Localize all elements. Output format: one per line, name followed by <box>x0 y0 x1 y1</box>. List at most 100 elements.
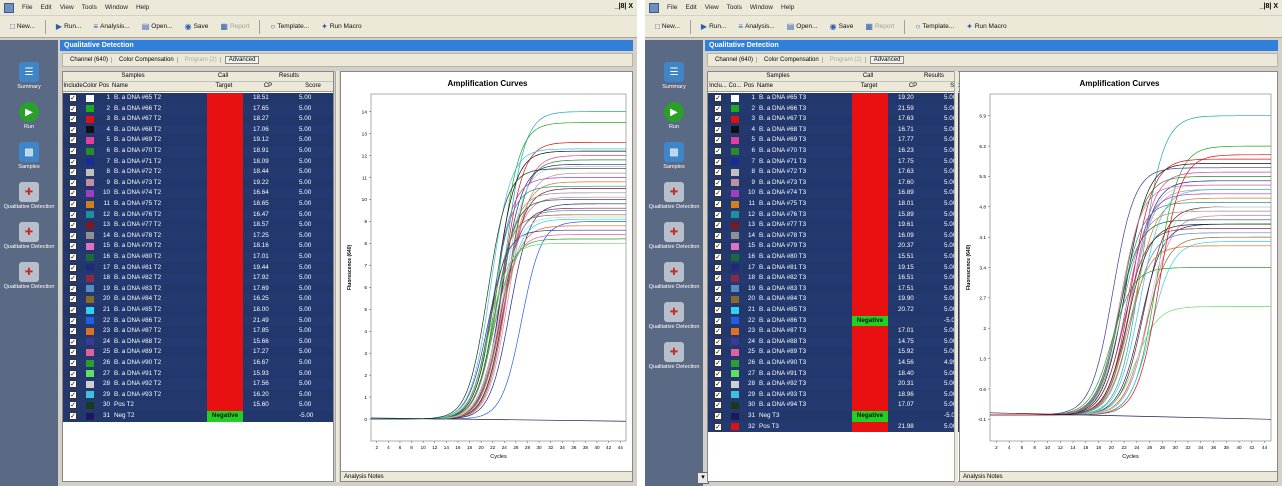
include-checkbox[interactable]: ✓ <box>714 274 722 283</box>
color-swatch[interactable] <box>86 359 94 367</box>
analysis-button[interactable]: ≡ Analysis... <box>89 20 133 33</box>
table-row[interactable]: ✓ 2 B. a DNA #66 T2 Positive 17.65 5.00 <box>63 103 333 115</box>
color-swatch[interactable] <box>731 306 739 314</box>
include-checkbox[interactable]: ✓ <box>714 242 722 251</box>
color-swatch[interactable] <box>86 147 94 155</box>
table-row[interactable]: ✓ 7 B. a DNA #71 T3 Positive 17.75 5.00 <box>708 156 978 168</box>
include-checkbox[interactable]: ✓ <box>714 210 722 219</box>
table-row[interactable]: ✓ 19 B. a DNA #83 T3 Positive 17.51 5.00 <box>708 283 978 295</box>
color-swatch[interactable] <box>731 189 739 197</box>
table-row[interactable]: ✓ 4 B. a DNA #68 T3 Positive 16.71 5.00 <box>708 124 978 136</box>
sidebar-item-qualitative-detection[interactable]: ✚ Qualitative Detection <box>645 302 703 330</box>
color-swatch[interactable] <box>86 168 94 176</box>
color-swatch[interactable] <box>86 200 94 208</box>
color-swatch[interactable] <box>731 274 739 282</box>
table-row[interactable]: ✓ 5 B. a DNA #69 T3 Positive 17.77 5.00 <box>708 135 978 146</box>
table-row[interactable]: ✓ 1 B. a DNA #65 T2 Positive 18.51 5.00 <box>63 93 333 104</box>
color-swatch[interactable] <box>86 317 94 325</box>
menu-item-edit[interactable]: Edit <box>685 4 696 11</box>
include-checkbox[interactable]: ✓ <box>69 210 77 219</box>
color-swatch[interactable] <box>86 189 94 197</box>
color-swatch[interactable] <box>731 232 739 240</box>
color-swatch[interactable] <box>86 253 94 261</box>
color-swatch[interactable] <box>86 211 94 219</box>
include-checkbox[interactable]: ✓ <box>714 253 722 261</box>
color-swatch[interactable] <box>731 105 739 113</box>
include-checkbox[interactable]: ✓ <box>69 412 77 420</box>
column-name[interactable]: Name <box>112 83 202 89</box>
table-row[interactable]: ✓ 6 B. a DNA #70 T2 Positive 18.91 5.00 <box>63 146 333 157</box>
new-button[interactable]: □ New... <box>6 20 39 33</box>
analysis-notes-bar[interactable]: Analysis Notes <box>960 471 1277 481</box>
table-row[interactable]: ✓ 18 B. a DNA #82 T3 Positive 16.51 5.00 <box>708 273 978 284</box>
table-row[interactable]: ✓ 23 B. a DNA #87 T3 Positive 17.01 5.00 <box>708 326 978 337</box>
color-swatch[interactable] <box>86 412 94 420</box>
include-checkbox[interactable]: ✓ <box>69 94 77 102</box>
include-checkbox[interactable]: ✓ <box>714 295 722 304</box>
include-checkbox[interactable]: ✓ <box>714 359 722 367</box>
color-swatch[interactable] <box>731 253 739 261</box>
table-row[interactable]: ✓ 8 B. a DNA #72 T3 Positive 17.63 5.00 <box>708 167 978 178</box>
menu-item-view[interactable]: View <box>705 4 719 11</box>
include-checkbox[interactable]: ✓ <box>714 401 722 410</box>
table-row[interactable]: ✓ 27 B. a DNA #91 T2 Positive 15.93 5.00 <box>63 368 333 380</box>
table-row[interactable]: ✓ 24 B. a DNA #88 T2 Positive 15.66 5.00 <box>63 336 333 348</box>
include-checkbox[interactable]: ✓ <box>69 168 77 177</box>
color-swatch[interactable] <box>731 179 739 187</box>
include-checkbox[interactable]: ✓ <box>714 125 722 134</box>
include-checkbox[interactable]: ✓ <box>714 104 722 113</box>
color-swatch[interactable] <box>731 348 739 356</box>
sidebar-item-qualitative-detection[interactable]: ✚ Qualitative Detection <box>645 222 703 250</box>
color-swatch[interactable] <box>86 158 94 166</box>
sidebar-item-run[interactable]: ▶ Run <box>0 102 58 130</box>
include-checkbox[interactable]: ✓ <box>714 200 722 208</box>
include-checkbox[interactable]: ✓ <box>714 263 722 272</box>
table-row[interactable]: ✓ 24 B. a DNA #88 T3 Positive 14.75 5.00 <box>708 336 978 348</box>
include-checkbox[interactable]: ✓ <box>69 263 77 272</box>
advanced-tab[interactable]: Advanced <box>224 56 260 64</box>
color-swatch[interactable] <box>86 380 94 388</box>
color-swatch[interactable] <box>86 338 94 346</box>
panel-splitter[interactable] <box>954 71 958 482</box>
color-swatch[interactable] <box>731 338 739 346</box>
include-checkbox[interactable]: ✓ <box>69 348 77 357</box>
table-row[interactable]: ✓ 20 B. a DNA #84 T3 Positive 19.90 5.00 <box>708 294 978 305</box>
color-swatch[interactable] <box>86 348 94 356</box>
table-row[interactable]: ✓ 31 Neg T2 Negative -5.00 <box>63 411 333 422</box>
run-macro-button[interactable]: ✦ Run Macro <box>962 20 1011 33</box>
table-row[interactable]: ✓ 9 B. a DNA #73 T2 Positive 19.22 5.00 <box>63 177 333 189</box>
table-row[interactable]: ✓ 20 B. a DNA #84 T2 Positive 16.25 5.00 <box>63 294 333 305</box>
color-swatch[interactable] <box>86 242 94 250</box>
include-checkbox[interactable]: ✓ <box>69 147 77 155</box>
save-button[interactable]: ◉ Save <box>826 20 858 33</box>
column-color[interactable]: Co... <box>727 83 743 89</box>
include-checkbox[interactable]: ✓ <box>714 147 722 155</box>
sidebar-item-run[interactable]: ▶ Run <box>645 102 703 130</box>
color-swatch[interactable] <box>86 105 94 113</box>
table-row[interactable]: ✓ 12 B. a DNA #76 T3 Positive 15.89 5.00 <box>708 209 978 221</box>
table-row[interactable]: ✓ 7 B. a DNA #71 T2 Positive 18.09 5.00 <box>63 156 333 168</box>
color-swatch[interactable] <box>731 285 739 293</box>
menu-item-tools[interactable]: Tools <box>82 4 97 11</box>
color-swatch[interactable] <box>731 221 739 229</box>
table-row[interactable]: ✓ 11 B. a DNA #75 T3 Positive 18.01 5.00 <box>708 199 978 210</box>
table-row[interactable]: ✓ 15 B. a DNA #79 T2 Positive 18.16 5.00 <box>63 241 333 252</box>
table-row[interactable]: ✓ 26 B. a DNA #90 T2 Positive 16.67 5.00 <box>63 358 333 369</box>
color-swatch[interactable] <box>731 158 739 166</box>
table-row[interactable]: ✓ 16 B. a DNA #80 T2 Positive 17.01 5.00 <box>63 252 333 263</box>
color-swatch[interactable] <box>86 295 94 303</box>
color-swatch[interactable] <box>86 264 94 272</box>
table-row[interactable]: ✓ 3 B. a DNA #67 T2 Positive 18.27 5.00 <box>63 114 333 125</box>
table-row[interactable]: ✓ 13 B. a DNA #77 T3 Positive 19.61 5.00 <box>708 220 978 231</box>
color-swatch[interactable] <box>86 126 94 134</box>
column-target[interactable]: Target <box>205 83 243 89</box>
color-swatch[interactable] <box>86 136 94 144</box>
column-cp[interactable]: CP <box>890 83 936 89</box>
report-button[interactable]: ▦ Report <box>216 20 253 33</box>
color-compensation-dropdown[interactable]: Color Compensation <box>761 57 823 63</box>
sidebar-item-qualitative-detection[interactable]: ✚ Qualitative Detection <box>0 262 58 290</box>
run-macro-button[interactable]: ✦ Run Macro <box>317 20 366 33</box>
include-checkbox[interactable]: ✓ <box>69 327 77 336</box>
include-checkbox[interactable]: ✓ <box>69 115 77 124</box>
include-checkbox[interactable]: ✓ <box>69 200 77 208</box>
